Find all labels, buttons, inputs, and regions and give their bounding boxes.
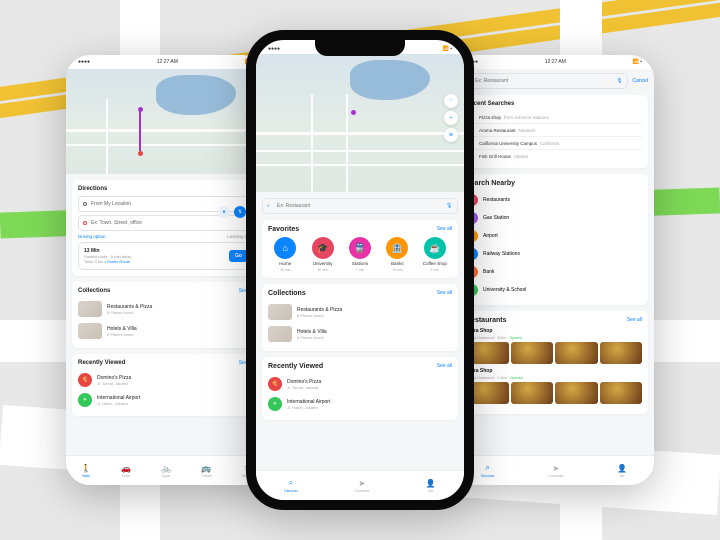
school-icon: 🎓 <box>312 237 334 259</box>
end-pin <box>138 151 143 156</box>
train-icon: 🚆 <box>349 237 371 259</box>
favorite-coffee[interactable]: ☕Coffee shop5 min <box>418 237 452 272</box>
favorite-icon[interactable]: ♡ <box>444 94 458 108</box>
mic-icon[interactable]: 🎙 <box>446 203 453 209</box>
recent-item[interactable]: ✈International AirportJl. Halim, Jakarta <box>78 390 254 410</box>
see-all-link[interactable]: See all <box>627 317 642 323</box>
recent-item[interactable]: ✈International AirportJl. Halim, Jakarta <box>268 394 452 414</box>
tab-walk[interactable]: 🚶Walk <box>81 464 91 478</box>
search-nearby-card: Search Nearby 🍴Restaurants ⛽Gas Station … <box>460 174 648 305</box>
swap-icon[interactable]: ⇅ <box>234 206 246 218</box>
nearby-item[interactable]: 🏦Bank <box>466 263 642 281</box>
favorite-stations[interactable]: 🚆Stations7 min <box>343 237 377 272</box>
status-bar: ●●●●12:27 AM📶 ▪ <box>454 55 654 69</box>
to-input[interactable]: Ex: Town, Street, office <box>78 215 254 231</box>
route-line <box>139 109 141 151</box>
tab-cycle[interactable]: 🚲Cycle <box>161 464 171 478</box>
mic-icon[interactable]: 🎙 <box>616 78 623 84</box>
collections-card: CollectionsSee all Restaurants & Pizza8 … <box>72 282 260 348</box>
plane-icon: ✈ <box>78 393 92 407</box>
directions-card: Directions From My Location Ex: Town, St… <box>72 180 260 276</box>
map-view[interactable]: ♡ + ⊕ <box>256 54 464 192</box>
map-view[interactable]: ♡ + ⊕ <box>66 69 266 174</box>
search-input[interactable]: ⌕ 🎙 <box>460 73 628 89</box>
tab-me[interactable]: 👤Me <box>426 479 436 493</box>
tab-commute[interactable]: ➤Commute <box>354 479 369 493</box>
see-all-link[interactable]: See all <box>437 226 452 232</box>
nearby-item[interactable]: ⛽Gas Station <box>466 209 642 227</box>
tab-drive[interactable]: 🚗Drive <box>121 464 131 478</box>
phone-directions: ●●●●12:27 AM📶 ▪ ♡ + ⊕ Directions From My… <box>66 55 266 485</box>
collections-card: CollectionsSee all Restaurants & Pizza8 … <box>262 284 458 351</box>
recent-search-item[interactable]: ↻Aroma RestaurantNewport <box>466 124 642 137</box>
recently-card: Recently ViewedSee all 🍕Domino's PizzaJl… <box>262 357 458 420</box>
search-icon: ⌕ <box>267 203 274 209</box>
recent-search-item[interactable]: ↻Fish Grill HouseAtlanta <box>466 150 642 162</box>
favorites-card: FavoritesSee all ⌂Home15 min 🎓University… <box>262 220 458 278</box>
favorite-university[interactable]: 🎓University30 min <box>305 237 339 272</box>
recent-item[interactable]: 🍕Domino's PizzaJl. Tomat, Jakarta <box>268 374 452 394</box>
pizza-icon: 🍕 <box>268 377 282 391</box>
recent-searches-card: Recent Searches ↻Pizza shopfrom Johnson … <box>460 95 648 168</box>
tab-discover[interactable]: ⌕Discover <box>284 478 298 493</box>
search-input[interactable]: ⌕ 🎙 <box>262 198 458 214</box>
collection-item[interactable]: Hotels & Villa6 Places found <box>78 320 254 342</box>
see-all-link[interactable]: See all <box>437 290 452 296</box>
nearby-item[interactable]: 🍴Restaurants <box>466 191 642 209</box>
bottom-sheet: Directions From My Location Ex: Town, St… <box>66 174 266 455</box>
directions-title: Directions <box>78 186 254 192</box>
see-all-link[interactable]: See all <box>437 363 452 369</box>
recent-item[interactable]: 🍕Domino's PizzaJl. Tomat, Jakarta <box>78 370 254 390</box>
recent-search-item[interactable]: ↻Pizza shopfrom Johnson Stations <box>466 111 642 124</box>
phone-favorites: ●●●●📶 ▪ ♡ + ⊕ ⌕ 🎙 FavoritesSee all ⌂Home… <box>246 30 474 510</box>
trip-card[interactable]: 13 Min Fastest route · 5 min delay Total… <box>78 242 254 270</box>
tab-commute[interactable]: ➤Commute <box>548 464 563 478</box>
tab-discover[interactable]: ⌕Discover <box>481 463 495 478</box>
restaurant-item[interactable]: Pizza Shop Aroma Restaurant · 1.2km · Op… <box>466 368 642 404</box>
nearby-item[interactable]: 🎓University & School <box>466 281 642 299</box>
bank-icon: 🏦 <box>386 237 408 259</box>
status-bar: ●●●●12:27 AM📶 ▪ <box>66 55 266 69</box>
nearby-item[interactable]: 🚆Railway Stations <box>466 245 642 263</box>
phone-search: ●●●●12:27 AM📶 ▪ ⌕ 🎙 Cancel Recent Search… <box>454 55 654 485</box>
start-pin <box>138 107 143 112</box>
recently-card: Recently ViewedSee all 🍕Domino's PizzaJl… <box>72 354 260 416</box>
favorite-banks[interactable]: 🏦Banks10 min <box>380 237 414 272</box>
tab-me[interactable]: 👤Me <box>617 464 627 478</box>
driving-option-link[interactable]: Driving option <box>78 234 106 239</box>
voice-icon[interactable]: ● <box>218 206 230 218</box>
location-pin <box>351 110 356 115</box>
home-icon: ⌂ <box>274 237 296 259</box>
cancel-button[interactable]: Cancel <box>632 78 648 84</box>
collection-item[interactable]: Restaurants & Pizza8 Places found <box>78 298 254 320</box>
recent-search-item[interactable]: ↻California University CampusCalifornia <box>466 137 642 150</box>
nearby-item[interactable]: ✈Airport <box>466 227 642 245</box>
pizza-icon: 🍕 <box>78 373 92 387</box>
tab-bar: ⌕Discover ➤Commute 👤Me <box>256 470 464 500</box>
tab-bar: ⌕Discover ➤Commute 👤Me <box>454 455 654 485</box>
tab-bar: 🚶Walk 🚗Drive 🚲Cycle 🚌Transit ⇪Share <box>66 455 266 485</box>
compass-icon[interactable]: ⊕ <box>444 128 458 142</box>
collection-item[interactable]: Restaurants & Pizza8 Places found <box>268 301 452 323</box>
notch <box>315 40 405 56</box>
favorite-home[interactable]: ⌂Home15 min <box>268 237 302 272</box>
restaurant-item[interactable]: Pizza Shop Aroma Restaurant · 800m · Ope… <box>466 328 642 364</box>
plane-icon: ✈ <box>268 397 282 411</box>
tab-transit[interactable]: 🚌Transit <box>201 464 212 478</box>
collection-item[interactable]: Hotels & Villa6 Places found <box>268 323 452 345</box>
restaurants-card: RestaurantsSee all Pizza Shop Aroma Rest… <box>460 311 648 414</box>
add-icon[interactable]: + <box>444 111 458 125</box>
coffee-icon: ☕ <box>424 237 446 259</box>
